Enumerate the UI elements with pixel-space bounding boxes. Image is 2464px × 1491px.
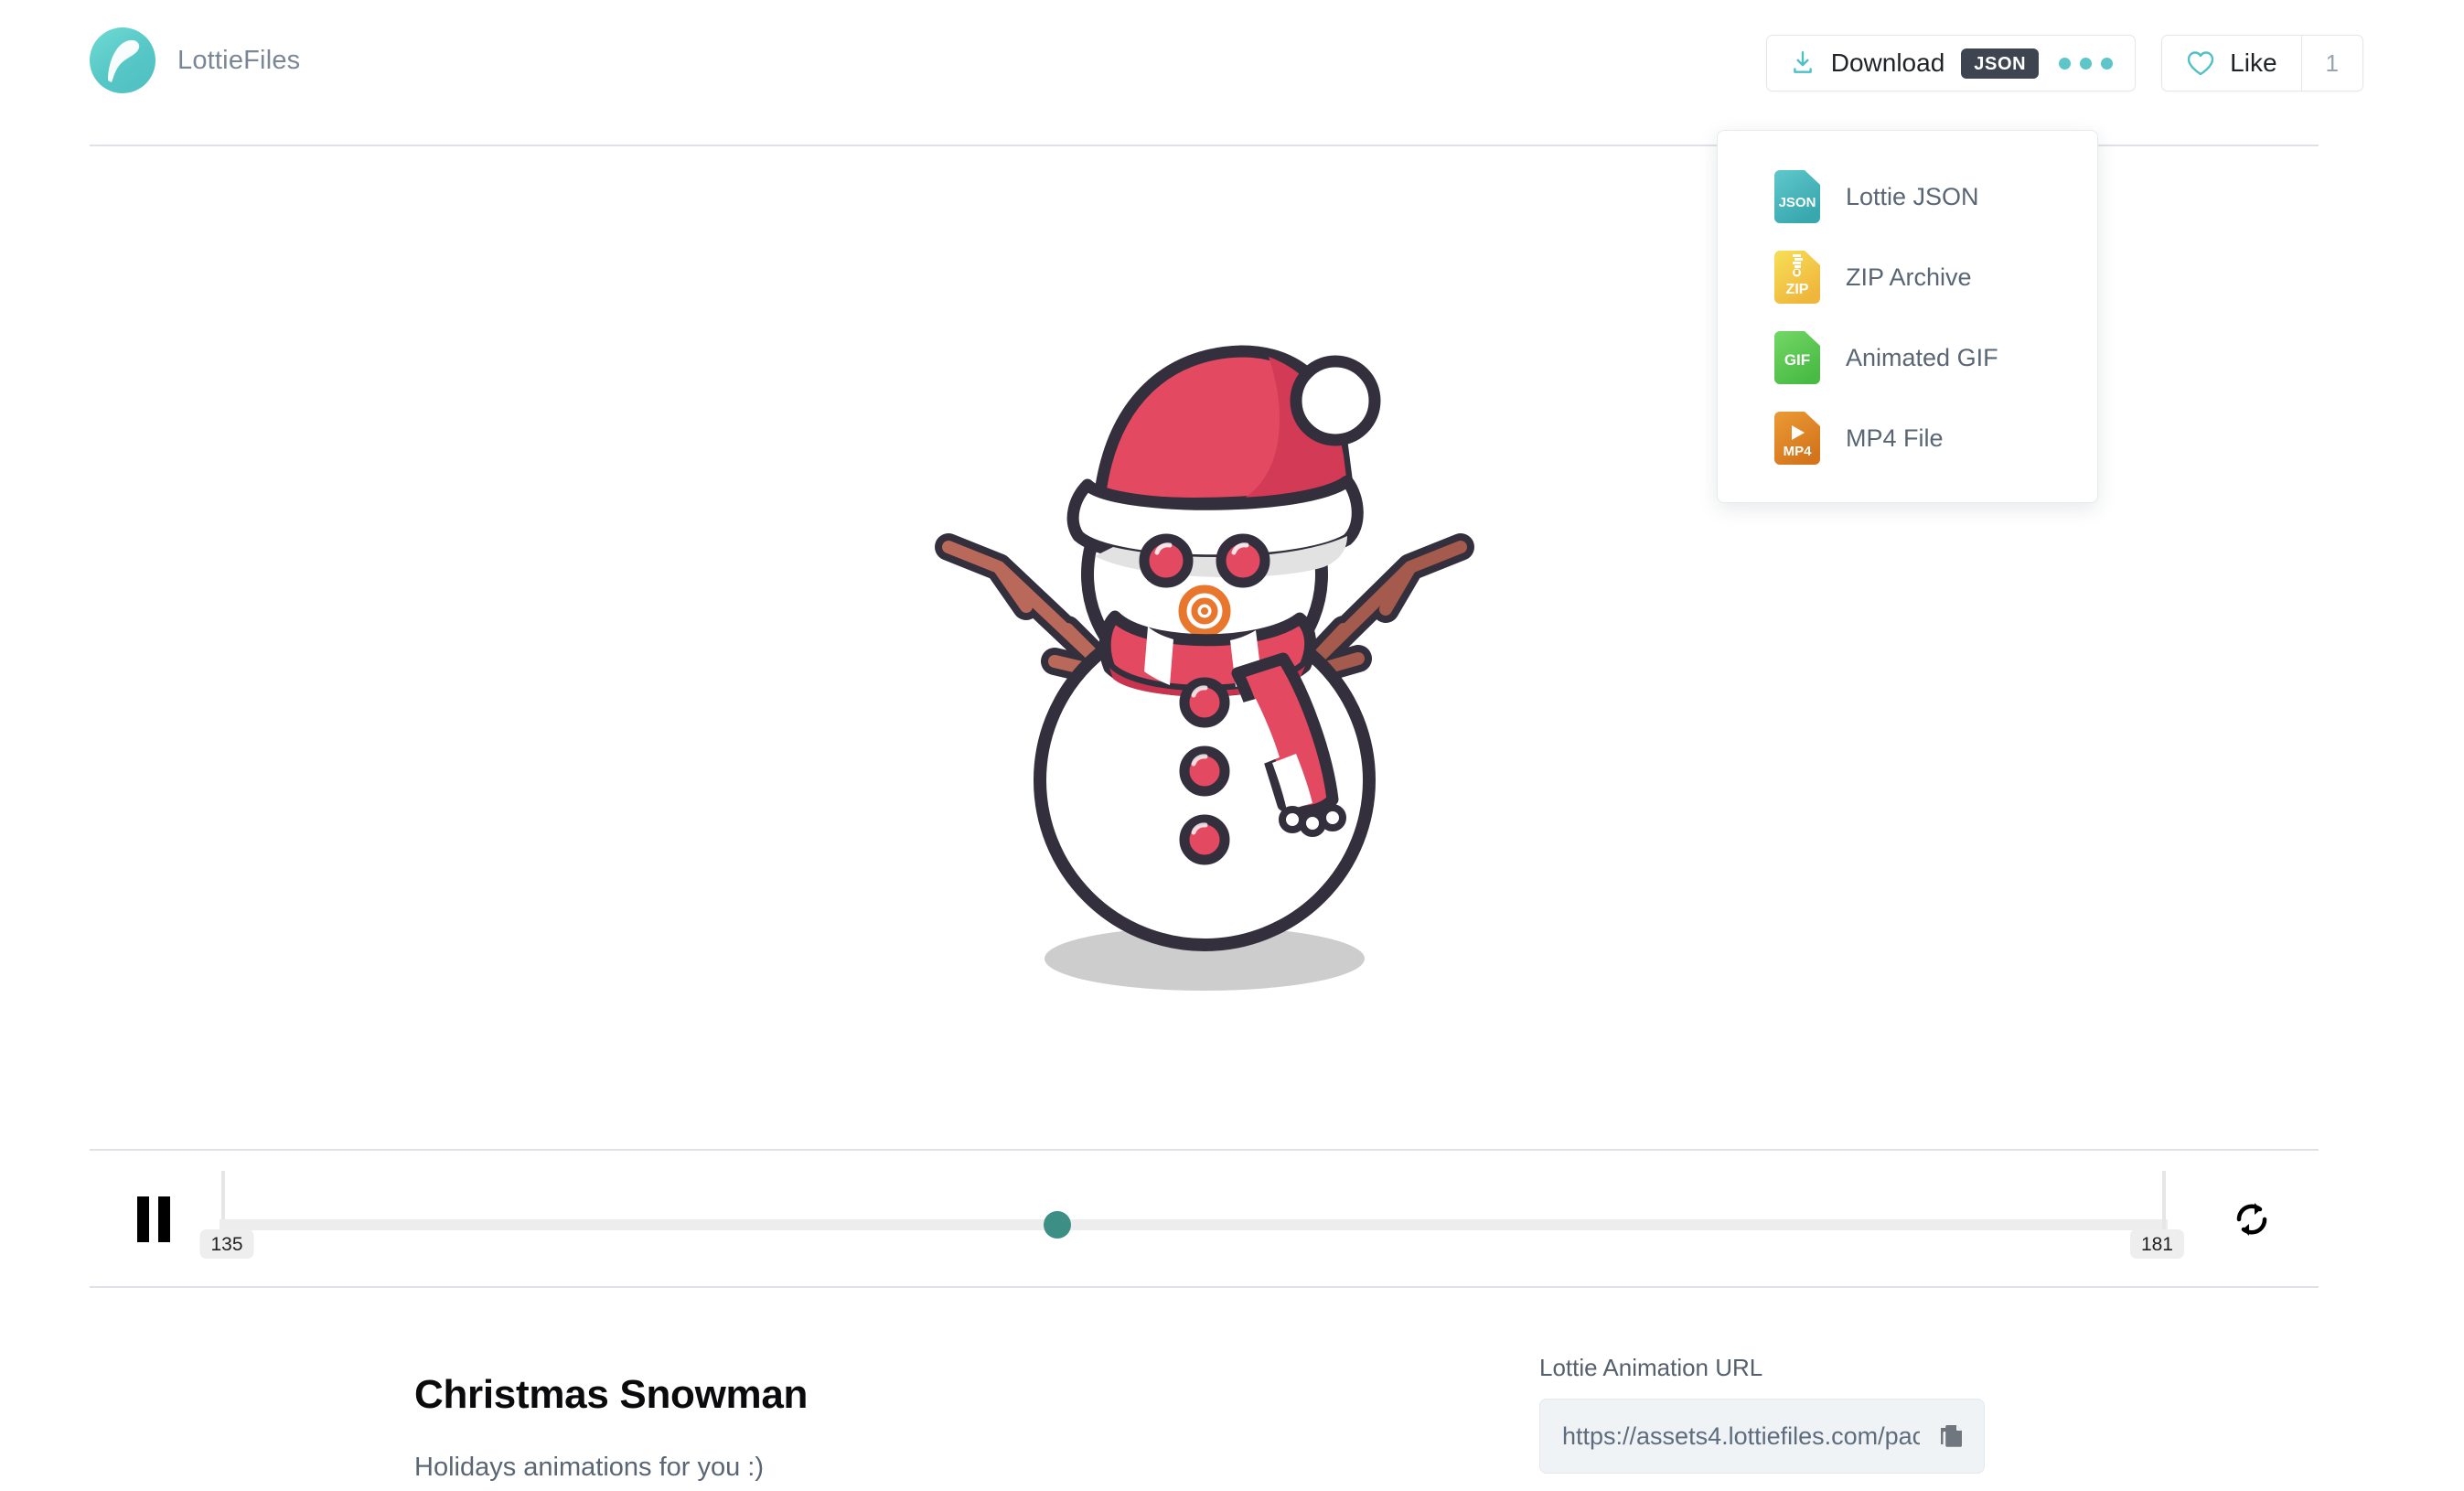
download-button[interactable]: Download JSON	[1767, 36, 2135, 91]
christmas-snowman-illustration	[839, 245, 1570, 1050]
app-header: LottieFiles Download JSON Like 1	[0, 0, 2464, 146]
timeline-track-area[interactable]: 135 181	[199, 1151, 2184, 1290]
animation-player-controls: 135 181	[90, 1149, 2319, 1288]
format-badge: JSON	[1961, 48, 2040, 79]
timeline-playhead[interactable]	[1043, 1211, 1071, 1239]
lottiefiles-logo-icon[interactable]	[90, 27, 155, 93]
menu-item-label: Animated GIF	[1846, 343, 1998, 371]
animation-meta-section: Christmas Snowman Holidays animations fo…	[90, 1308, 2319, 1491]
dot	[2080, 57, 2093, 70]
pause-bar	[137, 1196, 149, 1242]
pause-bar	[158, 1196, 170, 1242]
like-button[interactable]: Like	[2162, 36, 2302, 91]
svg-text:ZIP: ZIP	[1786, 282, 1809, 297]
menu-item-animated-gif[interactable]: GIF Animated GIF	[1718, 317, 2097, 398]
gif-file-icon: GIF	[1774, 331, 1820, 384]
svg-text:JSON: JSON	[1779, 195, 1816, 210]
animation-description: Holidays animations for you :)	[414, 1453, 764, 1482]
end-frame-marker[interactable]	[2162, 1171, 2166, 1235]
loop-button[interactable]	[2229, 1196, 2275, 1242]
menu-item-label: MP4 File	[1846, 424, 1944, 452]
svg-text:MP4: MP4	[1784, 444, 1813, 459]
copy-icon	[1941, 1425, 1962, 1447]
svg-text:GIF: GIF	[1784, 351, 1810, 369]
url-input[interactable]: https://assets4.lottiefiles.com/pac	[1540, 1422, 1920, 1451]
copy-button[interactable]	[1920, 1400, 1984, 1473]
menu-item-mp4-file[interactable]: MP4 MP4 File	[1718, 398, 2097, 478]
url-field[interactable]: https://assets4.lottiefiles.com/pac	[1539, 1399, 1985, 1474]
start-frame-label: 135	[199, 1229, 254, 1259]
dot	[2101, 57, 2114, 70]
end-frame-label: 181	[2129, 1229, 2184, 1259]
menu-item-lottie-json[interactable]: JSON Lottie JSON	[1718, 156, 2097, 237]
menu-item-label: ZIP Archive	[1846, 263, 1972, 291]
brand-name: LottieFiles	[177, 45, 301, 75]
menu-item-zip-archive[interactable]: ZIP ZIP Archive	[1718, 237, 2097, 317]
download-icon	[1793, 50, 1812, 73]
like-count: 1	[2325, 48, 2339, 77]
zip-file-icon: ZIP	[1774, 251, 1820, 304]
json-file-icon: JSON	[1774, 170, 1820, 223]
page-title: Christmas Snowman	[414, 1372, 809, 1417]
heart-outline-icon	[2187, 51, 2214, 76]
animation-url-block: Lottie Animation URL https://assets4.lot…	[1539, 1354, 2088, 1474]
mp4-file-icon: MP4	[1774, 412, 1820, 465]
loop-repeat-icon	[2236, 1203, 2267, 1236]
pause-button[interactable]	[134, 1196, 176, 1242]
url-label: Lottie Animation URL	[1539, 1354, 1763, 1381]
timeline-track[interactable]	[220, 1219, 2168, 1230]
brand[interactable]: LottieFiles	[90, 27, 300, 93]
download-label: Download	[1830, 48, 1945, 77]
like-label: Like	[2230, 48, 2277, 77]
menu-item-label: Lottie JSON	[1846, 182, 1979, 210]
header-actions: Download JSON Like 1	[1765, 35, 2363, 91]
download-button-group[interactable]: Download JSON	[1765, 35, 2137, 91]
three-dots-icon[interactable]	[2055, 57, 2114, 70]
like-button-group[interactable]: Like 1	[2161, 35, 2363, 91]
dot	[2059, 57, 2072, 70]
download-format-menu[interactable]: JSON Lottie JSON ZIP ZIP Archive GIF Ani…	[1717, 130, 2098, 503]
